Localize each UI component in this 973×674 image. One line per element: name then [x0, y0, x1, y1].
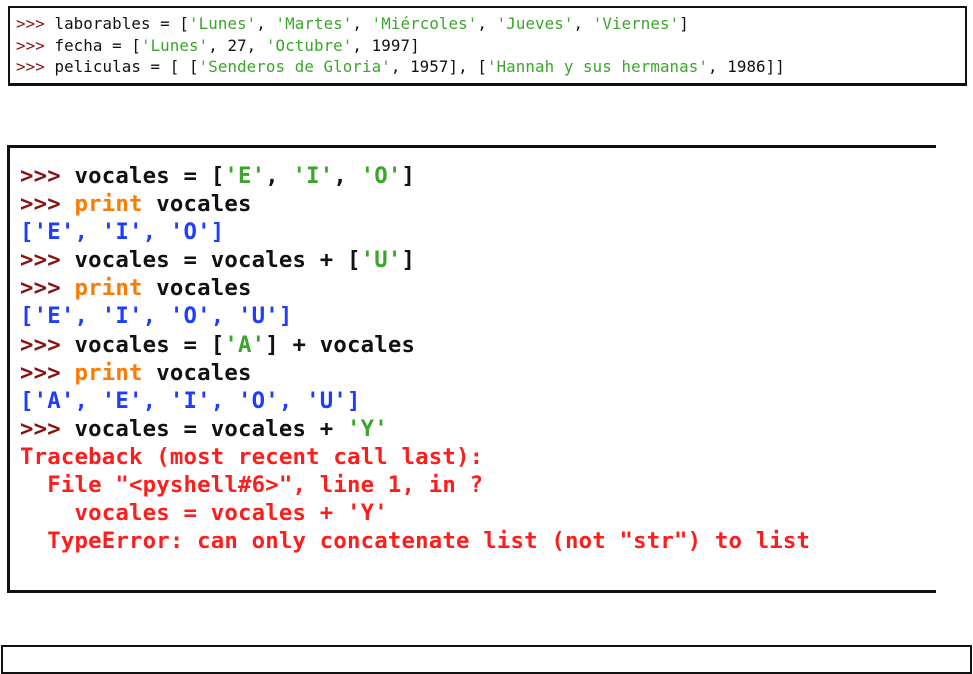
code-token: peliculas = [ [: [54, 57, 199, 76]
string-token: 'E': [224, 163, 266, 189]
code-line: >>> print vocales: [20, 274, 936, 302]
code-token: laborables = [: [54, 14, 190, 33]
prompt-token: >>>: [16, 35, 55, 55]
output-token: ['E', 'I', 'O', 'U']: [20, 303, 293, 330]
code-lines: >>> laborables = ['Lunes', 'Martes', 'Mi…: [16, 13, 965, 78]
code-token: , 1997]: [352, 35, 420, 55]
code-line: >>> print vocales: [20, 190, 936, 218]
prompt-token: >>>: [20, 163, 75, 189]
code-line: >>> print vocales: [20, 359, 936, 387]
code-line: >>> vocales = vocales + ['U']: [20, 246, 936, 274]
code-line: >>> vocales = ['A'] + vocales: [20, 331, 936, 359]
code-token: ]: [401, 247, 416, 274]
string-token: 'Jueves': [496, 14, 574, 33]
code-panel-lists: >>> laborables = ['Lunes', 'Martes', 'Mi…: [8, 6, 967, 86]
prompt-token: >>>: [20, 191, 75, 218]
prompt-token: >>>: [16, 57, 55, 76]
code-token: vocales: [142, 359, 252, 386]
code-token: vocales: [142, 191, 252, 218]
code-token: , 1986]]: [708, 57, 785, 76]
code-token: ,: [256, 14, 276, 33]
string-token: 'Y': [346, 415, 388, 442]
code-token: vocales = [: [74, 163, 225, 189]
code-token: ,: [477, 14, 497, 33]
code-line: File "<pyshell#6>", line 1, in ?: [20, 471, 936, 499]
code-line: >>> fecha = ['Lunes', 27, 'Octubre', 199…: [16, 35, 965, 57]
code-token: , 27,: [208, 35, 266, 55]
output-token: ['A', 'E', 'I', 'O', 'U']: [20, 387, 361, 414]
error-token: File "<pyshell#6>", line 1, in ?: [20, 472, 484, 499]
code-token: ,: [265, 163, 293, 189]
prompt-token: >>>: [20, 359, 75, 386]
string-token: 'Lunes': [189, 14, 257, 33]
code-token: ,: [352, 14, 372, 33]
string-token: 'O': [360, 163, 402, 189]
keyword-token: print: [74, 275, 143, 302]
string-token: 'Hannah y sus hermanas': [486, 57, 708, 76]
prompt-token: >>>: [20, 331, 75, 358]
code-token: ]: [401, 163, 416, 189]
code-token: ,: [333, 163, 361, 189]
string-token: 'Octubre': [265, 35, 353, 55]
code-line: ['A', 'E', 'I', 'O', 'U']: [20, 387, 936, 415]
empty-text-box: [1, 645, 972, 674]
code-token: ]: [679, 14, 689, 33]
code-line: ['E', 'I', 'O', 'U']: [20, 302, 936, 330]
string-token: 'Martes': [275, 14, 353, 33]
prompt-token: >>>: [20, 275, 75, 302]
code-line: Traceback (most recent call last):: [20, 443, 936, 471]
code-line: ['E', 'I', 'O']: [20, 218, 936, 246]
code-token: fecha = [: [54, 35, 141, 55]
shell-panel-vocales: >>> vocales = ['E', 'I', 'O'] >>> print v…: [7, 145, 936, 593]
code-token: , 1957], [: [390, 57, 487, 76]
string-token: 'U': [360, 247, 402, 274]
code-line: >>> laborables = ['Lunes', 'Martes', 'Mi…: [16, 13, 965, 35]
keyword-token: print: [74, 359, 143, 386]
error-token: Traceback (most recent call last):: [20, 443, 484, 470]
code-token: vocales = vocales + [: [74, 247, 361, 274]
code-token: ,: [573, 14, 593, 33]
string-token: 'I': [292, 163, 334, 189]
code-line: >>> vocales = ['E', 'I', 'O']: [20, 162, 936, 190]
keyword-token: print: [74, 191, 143, 218]
prompt-token: >>>: [20, 247, 75, 274]
string-token: 'Miércoles': [371, 14, 478, 33]
string-token: 'Lunes': [140, 35, 209, 55]
code-line: >>> vocales = vocales + 'Y': [20, 415, 936, 443]
string-token: 'Senderos de Gloria': [198, 57, 391, 76]
error-token: vocales = vocales + 'Y': [20, 500, 388, 527]
code-line: TypeError: can only concatenate list (no…: [20, 527, 936, 555]
code-token: vocales = vocales +: [74, 415, 347, 442]
code-line: >>> peliculas = [ ['Senderos de Gloria',…: [16, 56, 965, 78]
prompt-token: >>>: [16, 14, 55, 33]
output-token: ['E', 'I', 'O']: [20, 219, 225, 246]
code-token: vocales: [142, 275, 252, 302]
code-token: ] + vocales: [265, 331, 416, 358]
error-token: TypeError: can only concatenate list (no…: [20, 528, 811, 555]
string-token: 'A': [224, 331, 266, 358]
shell-lines: >>> vocales = ['E', 'I', 'O'] >>> print v…: [20, 162, 936, 555]
string-token: 'Viernes': [592, 14, 680, 33]
prompt-token: >>>: [20, 415, 75, 442]
code-line: vocales = vocales + 'Y': [20, 499, 936, 527]
code-token: vocales = [: [74, 331, 225, 358]
